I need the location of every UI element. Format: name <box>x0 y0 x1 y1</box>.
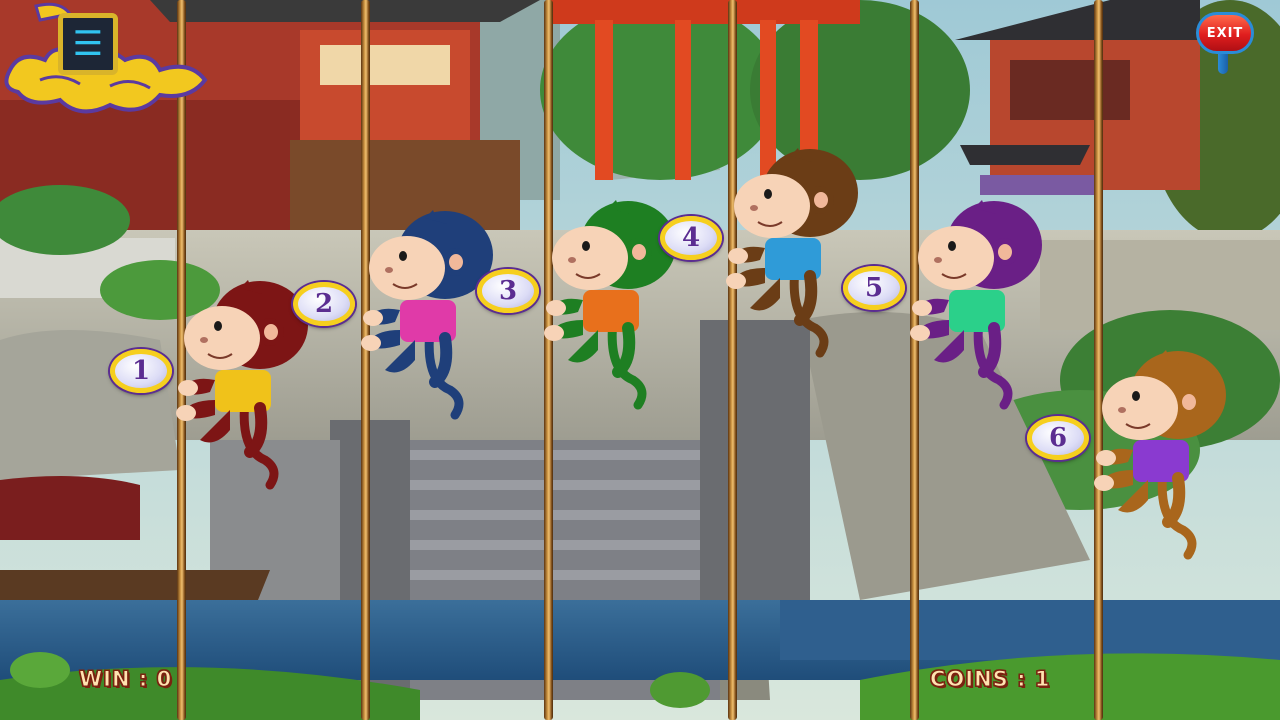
monkey-4-number-badge[interactable]: 4 <box>660 216 722 260</box>
monkey-2[interactable] <box>355 210 505 420</box>
monkey-3-number-badge[interactable]: 3 <box>477 269 539 313</box>
exit-button[interactable]: EXIT <box>1196 12 1254 54</box>
menu-button[interactable]: ☰ <box>0 0 212 128</box>
monkey-4[interactable] <box>720 148 870 358</box>
monkey-6[interactable] <box>1088 350 1238 560</box>
bars-icon: ☰ <box>58 13 118 75</box>
monkey-6-number-badge[interactable]: 6 <box>1027 416 1089 460</box>
win-display: WIN : 0 <box>78 667 173 692</box>
exit-ribbon-icon <box>1218 52 1228 74</box>
monkey-5[interactable] <box>904 200 1054 410</box>
monkey-1-number-badge[interactable]: 1 <box>110 349 172 393</box>
coins-display: COINS : 1 <box>929 667 1051 692</box>
monkey-5-number-badge[interactable]: 5 <box>843 266 905 310</box>
exit-label: EXIT <box>1206 25 1244 41</box>
monkey-2-number-badge[interactable]: 2 <box>293 282 355 326</box>
